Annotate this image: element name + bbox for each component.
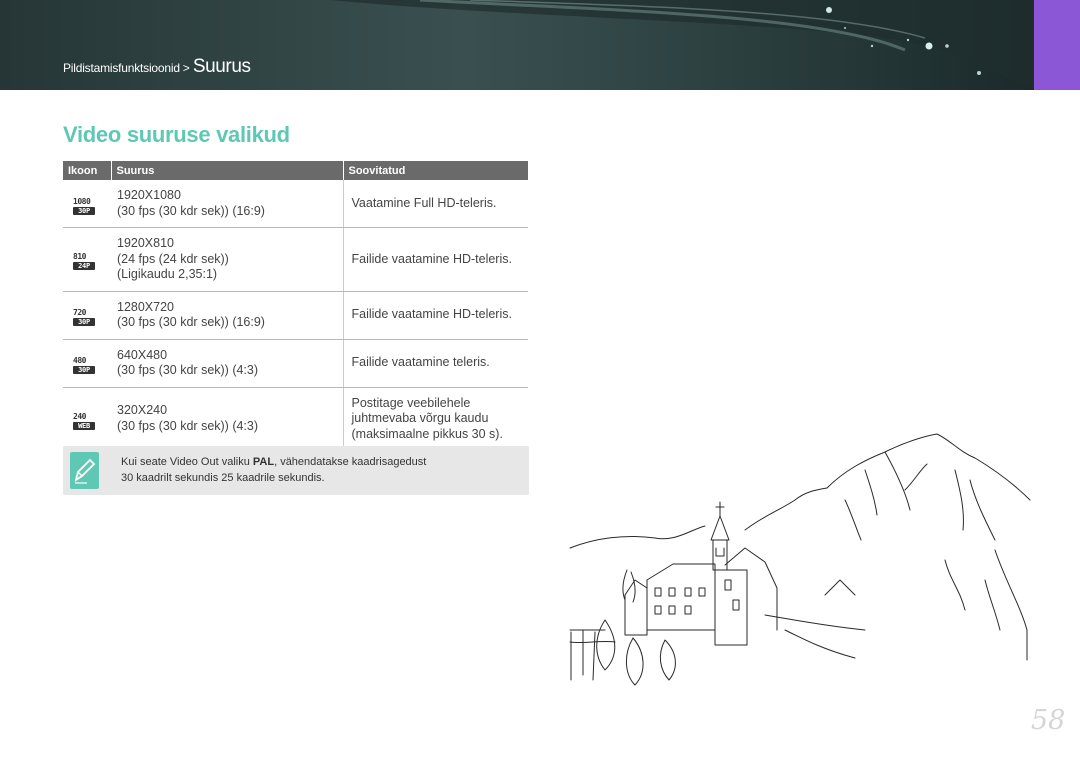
size-resolution: 320X240 — [117, 403, 168, 418]
icon-resolution-label: 480 — [73, 356, 86, 365]
breadcrumb-separator: > — [182, 61, 190, 75]
page-title: Video suuruse valikud — [63, 122, 290, 147]
recommended-text: Failide vaatamine HD-teleris. — [343, 291, 528, 340]
size-resolution: 1920X810 — [117, 236, 175, 250]
note-text: Kui seate Video Out valiku PAL, vähendat… — [121, 454, 426, 486]
size-aspect: (Ligikaudu 2,35:1) — [117, 267, 218, 281]
video-240-web-icon: 240 WEB — [73, 411, 95, 430]
table-row: 240 WEB 320X240 (30 fps (30 kdr sek)) (4… — [63, 387, 528, 451]
chapter-tab[interactable] — [1034, 0, 1080, 90]
recommended-text: Failide vaatamine HD-teleris. — [343, 227, 528, 292]
icon-framerate-label: 30P — [73, 366, 95, 374]
note-box: Kui seate Video Out valiku PAL, vähendat… — [63, 446, 529, 495]
size-detail: (30 fps (30 kdr sek)) (16:9) — [117, 315, 265, 329]
note-text-bold: PAL — [252, 456, 275, 468]
table-row: 480 30P 640X480 (30 fps (30 kdr sek)) (4… — [63, 339, 528, 388]
column-header-recommended: Soovitatud — [343, 161, 528, 180]
table-row: 1080 30P 1920X1080 (30 fps (30 kdr sek))… — [63, 180, 528, 228]
breadcrumb: Pildistamisfunktsioonid > Suurus — [63, 56, 251, 78]
size-resolution: 1280X720 — [117, 299, 175, 314]
column-header-icon: Ikoon — [63, 161, 112, 180]
table-row: 720 30P 1280X720 (30 fps (30 kdr sek)) (… — [63, 291, 528, 340]
size-detail: (30 fps (30 kdr sek)) (4:3) — [117, 418, 259, 433]
size-detail: (30 fps (30 kdr sek)) (16:9) — [117, 203, 265, 218]
note-text-part1: Kui seate Video Out valiku — [121, 456, 253, 468]
note-text-line2: 30 kaadrilt sekundis 25 kaadrile sekundi… — [121, 472, 325, 484]
breadcrumb-parent[interactable]: Pildistamisfunktsioonid — [63, 61, 180, 75]
icon-resolution-label: 240 — [73, 411, 86, 421]
video-480-30p-icon: 480 30P — [73, 357, 95, 374]
icon-resolution-label: 720 — [73, 308, 86, 317]
video-1080-30p-icon: 1080 30P — [73, 196, 95, 215]
recommended-text: Postitage veebilehele juhtmevaba võrgu k… — [343, 387, 528, 451]
table-header-row: Ikoon Suurus Soovitatud — [63, 161, 528, 180]
column-header-size: Suurus — [111, 161, 344, 180]
recommended-text: Vaatamine Full HD-teleris. — [343, 180, 528, 228]
icon-framerate-label: 30P — [73, 206, 95, 215]
size-detail: (30 fps (30 kdr sek)) (4:3) — [117, 363, 259, 377]
icon-framerate-label: 24P — [73, 262, 95, 271]
size-resolution: 640X480 — [117, 347, 168, 362]
table-row: 810 24P 1920X810 (24 fps (24 kdr sek)) (… — [63, 227, 528, 292]
video-size-table: Ikoon Suurus Soovitatud 1080 30P 1920X10… — [63, 161, 528, 451]
icon-resolution-label: 810 — [73, 252, 86, 262]
icon-framerate-label: 30P — [73, 318, 95, 326]
video-720-30p-icon: 720 30P — [73, 309, 95, 326]
icon-framerate-label: WEB — [73, 421, 95, 430]
icon-resolution-label: 1080 — [73, 196, 91, 206]
village-mountain-illustration — [569, 433, 1031, 686]
note-text-part2: , vähendatakse kaadrisagedust — [274, 456, 427, 468]
size-detail: (24 fps (24 kdr sek)) — [117, 251, 229, 266]
breadcrumb-current: Suurus — [192, 56, 251, 77]
size-resolution: 1920X1080 — [117, 188, 181, 202]
video-810-24p-icon: 810 24P — [73, 252, 95, 271]
pencil-note-icon — [70, 452, 99, 489]
recommended-text: Failide vaatamine teleris. — [343, 339, 528, 388]
page-number: 58 — [1031, 705, 1066, 736]
